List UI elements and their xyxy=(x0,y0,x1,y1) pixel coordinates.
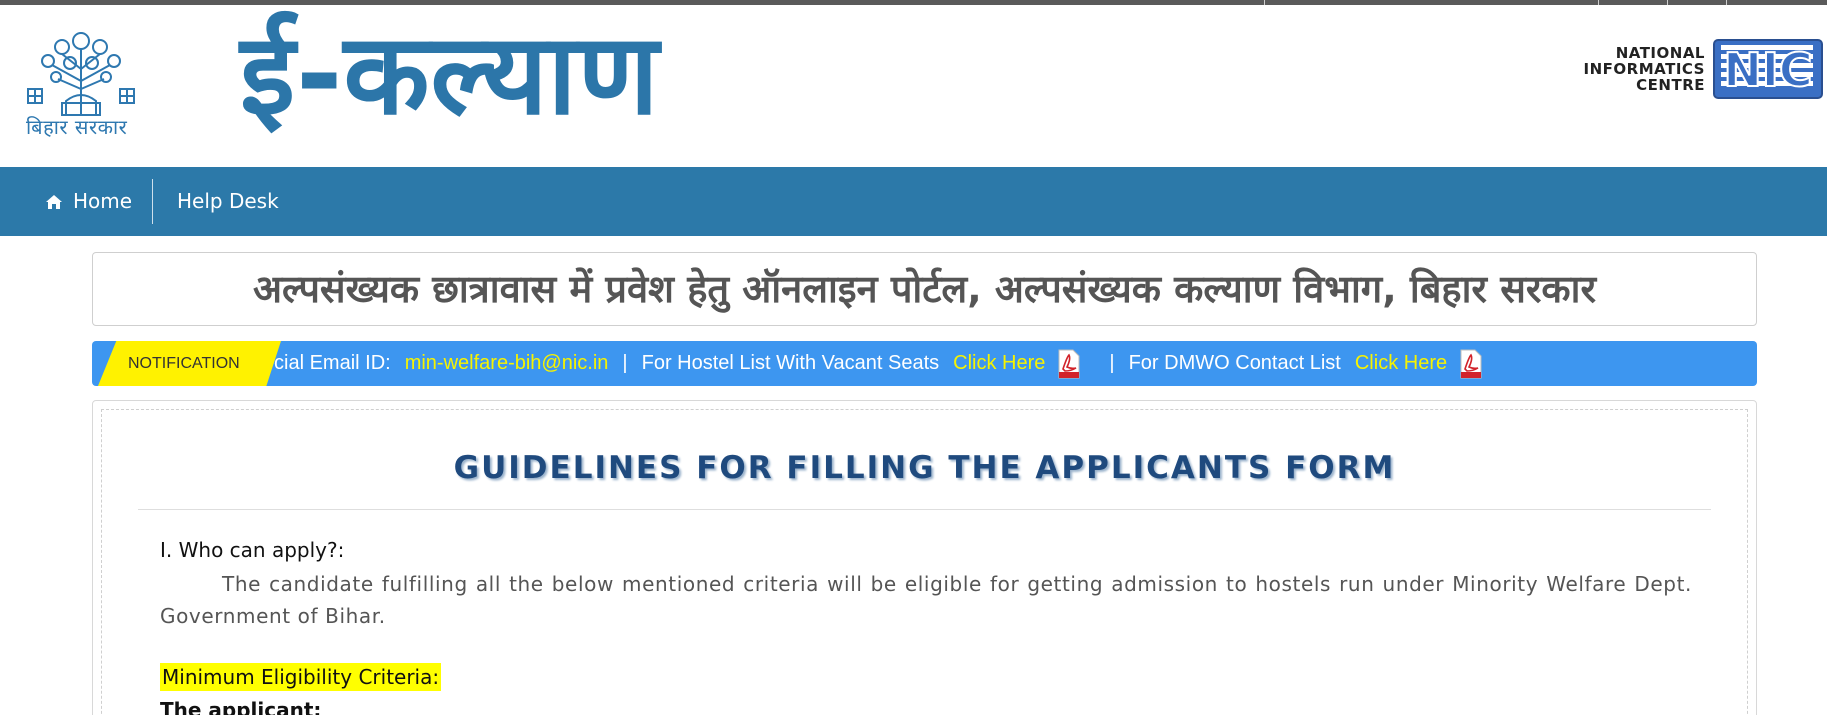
nic-logo-icon: NIC xyxy=(1713,39,1823,99)
nic-line-2: INFORMATICS xyxy=(1583,60,1705,78)
home-icon xyxy=(46,194,62,209)
guidelines-panel: GUIDELINES FOR FILLING THE APPLICANTS FO… xyxy=(92,400,1757,715)
separator: | xyxy=(622,352,628,374)
divider xyxy=(138,509,1711,510)
nav-home-label: Home xyxy=(73,189,133,213)
notification-bar: cial Email ID: min-welfare-bih@nic.in | … xyxy=(92,341,1757,386)
pdf-icon[interactable] xyxy=(1057,349,1081,379)
nav-help-desk[interactable]: Help Desk xyxy=(177,167,279,236)
nic-logo-text: NIC xyxy=(1723,43,1812,97)
dmwo-list-text: For DMWO Contact List xyxy=(1128,352,1341,374)
hostel-list-link[interactable]: Click Here xyxy=(953,341,1045,386)
nic-line-3: CENTRE xyxy=(1636,76,1705,94)
hostel-list-text: For Hostel List With Vacant Seats xyxy=(641,352,940,374)
applicant-label: The applicant: xyxy=(160,698,322,715)
site-title: ई-कल्याण xyxy=(240,10,660,140)
eligibility-criteria-heading: Minimum Eligibility Criteria: xyxy=(160,663,442,691)
guidelines-title: GUIDELINES FOR FILLING THE APPLICANTS FO… xyxy=(453,450,1396,486)
nic-line-1: NATIONAL xyxy=(1615,44,1705,62)
main-nav: Home Help Desk xyxy=(0,167,1827,236)
portal-title: अल्पसंख्यक छात्रावास में प्रवेश हेतु ऑनल… xyxy=(252,267,1596,311)
dmwo-list-link[interactable]: Click Here xyxy=(1355,341,1447,386)
official-email-link[interactable]: min-welfare-bih@nic.in xyxy=(405,341,609,386)
who-can-apply-text: The candidate fulfilling all the below m… xyxy=(160,572,1692,628)
pdf-icon[interactable] xyxy=(1459,349,1483,379)
site-header: बिहार सरकार ई-कल्याण NATIONAL INFORMATIC… xyxy=(0,5,1827,167)
separator: | xyxy=(1109,352,1115,374)
notification-badge-label: NOTIFICATION xyxy=(128,355,240,372)
portal-title-box: अल्पसंख्यक छात्रावास में प्रवेश हेतु ऑनल… xyxy=(92,252,1757,326)
notification-marquee: cial Email ID: min-welfare-bih@nic.in | … xyxy=(274,341,1483,386)
who-can-apply-heading: I. Who can apply?: xyxy=(160,538,345,562)
nav-divider xyxy=(152,179,153,224)
guidelines-inner: GUIDELINES FOR FILLING THE APPLICANTS FO… xyxy=(101,409,1748,715)
emblem-caption: बिहार सरकार xyxy=(26,115,128,139)
nic-name: NATIONAL INFORMATICS CENTRE xyxy=(1560,45,1705,93)
nav-home[interactable]: Home xyxy=(45,167,132,236)
email-prefix: cial Email ID: xyxy=(274,352,391,374)
notification-badge: NOTIFICATION xyxy=(98,341,281,386)
